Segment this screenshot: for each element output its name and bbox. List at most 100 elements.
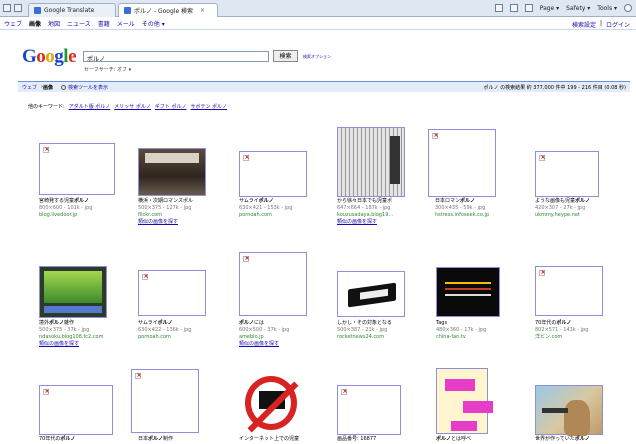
tab-list-icon[interactable] [3, 4, 11, 12]
result-thumbnail[interactable] [138, 270, 206, 316]
result-meta: 境外ポルノ雑作 500×375 - 37k - jpg ndasoku.blog… [39, 320, 103, 348]
result-title[interactable]: インターネット上での児童 [239, 436, 299, 443]
tab-google-search[interactable]: ポルノ - Google 検索 × [118, 3, 218, 17]
result-thumbnail[interactable] [428, 129, 496, 197]
result-thumbnail[interactable] [131, 369, 199, 433]
result-thumbnail[interactable] [436, 368, 493, 434]
result-dims: 802×571 - 141k - jpg [535, 327, 589, 333]
search-term-highlight: ポルノ [60, 436, 76, 442]
result-title[interactable]: 日本ポルノ制作 [138, 436, 173, 443]
result-title[interactable]: 横浜・次期ロマンスポル [138, 198, 193, 205]
result-title[interactable]: Tags [436, 320, 486, 327]
quick-tabs-icon[interactable] [14, 4, 22, 12]
result-url[interactable]: 洋ピン.com [535, 334, 588, 341]
login-link[interactable]: ログイン [606, 20, 630, 29]
nav-books[interactable]: 書籍 [98, 19, 110, 28]
search-term-highlight: ポルノ [74, 198, 90, 204]
result-url[interactable]: pornoah.com [138, 334, 191, 341]
photo-detail [564, 400, 590, 436]
safesearch-dropdown[interactable]: セーフサーチ: オフ ▾ [84, 66, 131, 73]
nav-separator: | [599, 20, 602, 27]
result-url[interactable]: hstress.infoseek.co.jp [435, 212, 489, 219]
result-url[interactable]: ameblo.jp [239, 334, 289, 341]
search-term-highlight: ポルノ [148, 436, 164, 442]
broken-image-icon [539, 269, 546, 276]
result-thumbnail[interactable] [239, 252, 307, 316]
advanced-search-link[interactable]: 検索オプション [303, 54, 331, 60]
result-thumbnail[interactable] [337, 127, 405, 197]
result-title[interactable]: 境外ポルノ雑作 [39, 320, 103, 327]
similar-images-link[interactable]: 類似の画像を探す [138, 219, 193, 226]
nav-mail[interactable]: メール [117, 19, 135, 28]
result-thumbnail[interactable] [239, 370, 303, 434]
print-icon[interactable] [524, 4, 533, 12]
result-title[interactable]: 画品番号: 16877 [337, 436, 376, 443]
result-thumbnail[interactable] [535, 266, 603, 316]
result-title[interactable]: ポルノとは呼べ [436, 436, 471, 443]
result-title[interactable]: ポルノには [239, 320, 289, 327]
result-title[interactable]: サムライポルノ [138, 320, 191, 327]
home-icon[interactable] [494, 4, 503, 12]
result-thumbnail[interactable] [535, 385, 603, 436]
similar-images-link[interactable]: 類似の画像を探す [39, 341, 103, 348]
result-url[interactable]: blog.livedoor.jp [39, 212, 92, 219]
nav-more[interactable]: その他 ▾ [142, 19, 165, 28]
nav-maps[interactable]: 地図 [48, 19, 60, 28]
results-tab-web[interactable]: ウェブ [22, 84, 37, 91]
safety-menu[interactable]: Safety ▾ [566, 5, 590, 12]
search-term-highlight: ポルノ [239, 320, 255, 326]
result-url[interactable]: pornoah.com [239, 212, 292, 219]
result-thumbnail[interactable] [138, 148, 206, 196]
page-menu[interactable]: Page ▾ [540, 5, 559, 12]
similar-images-link[interactable]: 類似の画像を探す [337, 219, 393, 226]
result-thumbnail[interactable] [39, 266, 107, 318]
result-thumbnail[interactable] [337, 271, 405, 317]
result-title[interactable]: サムライポルノ [239, 198, 292, 205]
result-title[interactable]: しかし・その対象となる [337, 320, 392, 327]
result-meta: インターネット上での児童 [239, 436, 299, 443]
search-settings-link[interactable]: 検索設定 [572, 20, 596, 29]
result-title[interactable]: 世界が作っていたポルノ [535, 436, 590, 443]
search-button[interactable]: 検索 [273, 50, 298, 62]
result-thumbnail[interactable] [337, 385, 401, 435]
result-title[interactable]: 70年代のポルノ [535, 320, 588, 327]
result-thumbnail[interactable] [239, 151, 307, 197]
related-link[interactable]: サボテン ポルノ [190, 103, 227, 110]
result-title[interactable]: 宮崎発する児童ポルノ [39, 198, 92, 205]
tools-menu[interactable]: Tools ▾ [597, 5, 617, 12]
tab-controls [3, 4, 22, 12]
result-title[interactable]: から徐々日本でも児童ポ [337, 198, 393, 205]
related-link[interactable]: アダルト版 ポルノ [69, 103, 111, 110]
result-title[interactable]: ような画像も児童ポルノ [535, 198, 590, 205]
broken-image-icon [432, 132, 439, 139]
broken-image-icon [243, 255, 250, 262]
result-url[interactable]: kouzusadaya.blog19... [337, 212, 393, 219]
search-tools-link[interactable]: 検索ツールを表示 [68, 85, 108, 91]
nav-web[interactable]: ウェブ [4, 19, 22, 28]
tab-google-translate[interactable]: Google Translate [28, 3, 116, 17]
result-thumbnail[interactable] [39, 143, 115, 195]
result-url[interactable]: flickr.com [138, 212, 193, 219]
result-url[interactable]: ndasoku.blog108.fc2.com [39, 334, 103, 341]
google-logo[interactable]: Google [22, 46, 76, 68]
feeds-icon[interactable] [509, 4, 518, 12]
help-icon[interactable] [624, 4, 632, 12]
related-link[interactable]: メリッサ ポルノ [114, 103, 151, 110]
broken-image-icon [243, 154, 250, 161]
result-thumbnail[interactable] [39, 385, 113, 435]
related-link[interactable]: ギフト ポルノ [155, 103, 187, 110]
result-title[interactable]: 70年代のポルノ [39, 436, 75, 443]
result-url[interactable]: ukmmy.heype.net [535, 212, 590, 219]
result-thumbnail[interactable] [436, 267, 500, 317]
show-search-tools[interactable]: 検索ツールを表示 [61, 84, 108, 91]
result-url[interactable]: rocketnews24.com [337, 334, 392, 341]
search-input[interactable]: ポルノ [83, 51, 269, 63]
result-url[interactable]: china-fan.tv [436, 334, 486, 341]
close-tab-icon[interactable]: × [200, 7, 205, 14]
result-thumbnail[interactable] [535, 151, 599, 197]
photo-detail [44, 306, 102, 313]
result-title[interactable]: 日本ロマンポルノ [435, 198, 489, 205]
similar-images-link[interactable]: 類似の画像を探す [239, 341, 289, 348]
nav-news[interactable]: ニュース [67, 19, 91, 28]
result-dims: 480×360 - 17k - jpg [436, 327, 487, 333]
